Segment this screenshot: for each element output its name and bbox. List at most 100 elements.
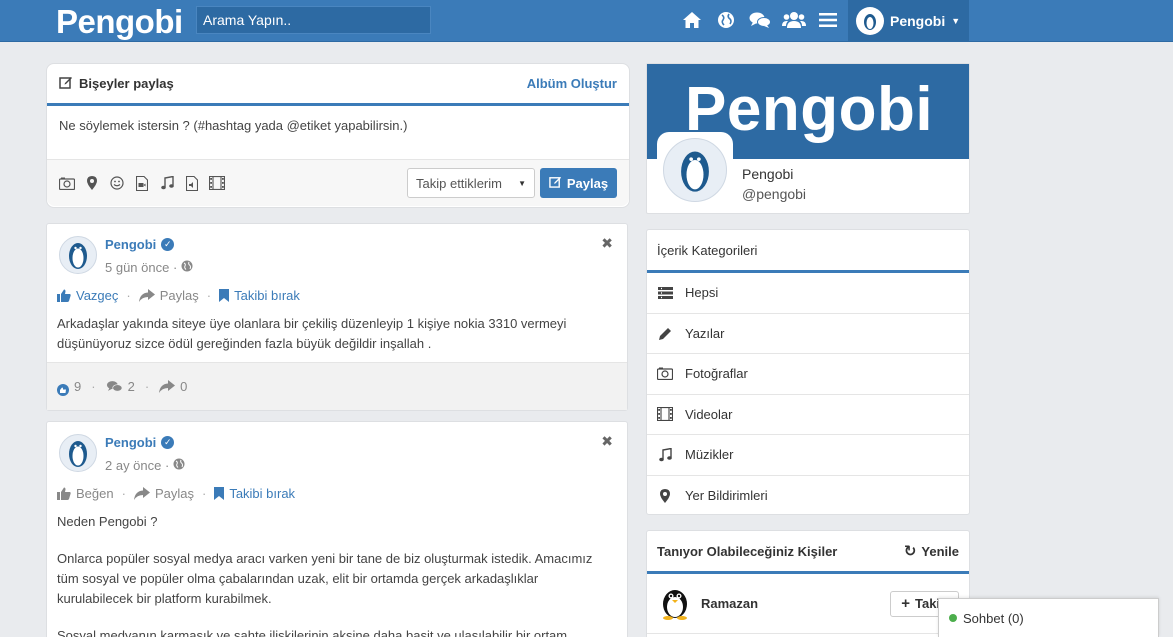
share-title: Bişeyler paylaş <box>79 76 174 91</box>
share-count-value: 0 <box>180 379 188 394</box>
share-header: Bişeyler paylaş Albüm Oluştur <box>47 64 629 106</box>
avatar[interactable] <box>59 434 97 472</box>
post-author[interactable]: Pengobi ✓ <box>105 237 175 252</box>
avatar[interactable] <box>59 236 97 274</box>
post-time-text: 5 gün önce · <box>105 260 178 275</box>
pencil-icon <box>657 327 673 340</box>
unfollow-label: Takibi bırak <box>234 288 300 303</box>
music-icon[interactable] <box>159 175 175 191</box>
profile-card: Pengobi Pengobi @pengobi <box>646 63 970 214</box>
category-item-music[interactable]: Müzikler <box>647 435 969 476</box>
caret-down-icon: ▼ <box>518 178 526 188</box>
refresh-button[interactable]: ↻ Yenile <box>904 542 959 560</box>
share-label: Paylaş <box>154 486 194 501</box>
profile-name[interactable]: Pengobi <box>742 166 793 182</box>
edit-icon <box>549 175 562 191</box>
category-panel: İçerik Kategorileri Hepsi Yazılar Fotoğr… <box>646 229 970 515</box>
category-item-photos[interactable]: Fotoğraflar <box>647 354 969 395</box>
plus-icon: + <box>901 595 910 612</box>
category-item-videos[interactable]: Videolar <box>647 395 969 435</box>
bookmark-icon <box>214 487 225 500</box>
share-tools <box>59 175 225 191</box>
verified-icon: ✓ <box>161 436 175 449</box>
share-count[interactable]: 0 <box>159 379 187 394</box>
comment-count-value: 2 <box>127 379 135 394</box>
avatar <box>856 7 884 35</box>
comments-icon <box>106 381 123 392</box>
category-panel-header: İçerik Kategorileri <box>647 230 969 273</box>
refresh-icon: ↻ <box>903 543 917 560</box>
video-file-icon[interactable] <box>134 175 150 191</box>
post-body: Arkadaşlar yakında siteye üye olanlara b… <box>57 316 567 351</box>
audience-select[interactable]: Takip ettiklerim ▼ <box>407 168 535 198</box>
share-footer: Takip ettiklerim ▼ Paylaş <box>47 160 629 206</box>
location-icon <box>657 488 673 503</box>
close-icon[interactable]: ✖ <box>601 433 613 450</box>
share-icon <box>138 289 155 302</box>
unfollow-button[interactable]: Takibi bırak <box>214 486 295 501</box>
share-button[interactable]: Paylaş <box>133 486 194 501</box>
post-card: Pengobi ✓ 5 gün önce · ✖ Vazgeç · Paylaş… <box>46 223 628 411</box>
online-status-icon <box>949 614 957 622</box>
film-icon[interactable] <box>209 175 225 191</box>
top-navbar: Pengobi Pengobi ▼ <box>0 0 1173 42</box>
menu-icon[interactable] <box>816 8 840 32</box>
person-name[interactable]: Ramazan <box>701 596 758 611</box>
share-label: Paylaş <box>159 288 199 303</box>
share-submit-button[interactable]: Paylaş <box>540 168 617 198</box>
category-item-all[interactable]: Hepsi <box>647 273 969 314</box>
create-album-link[interactable]: Albüm Oluştur <box>527 76 617 91</box>
unfollow-button[interactable]: Takibi bırak <box>219 288 300 303</box>
like-label: Beğen <box>76 486 114 501</box>
category-item-locations[interactable]: Yer Bildirimleri <box>647 476 969 517</box>
category-label: Müzikler <box>685 447 734 463</box>
location-icon[interactable] <box>84 175 100 191</box>
post-paragraph: Neden Pengobi ? <box>57 514 158 529</box>
comment-count[interactable]: 2 <box>106 379 135 394</box>
post-time: 2 ay önce · <box>105 458 185 473</box>
thumbs-up-icon <box>57 487 71 500</box>
post-actions: Vazgeç · Paylaş · Takibi bırak <box>57 288 300 303</box>
camera-icon <box>657 367 673 381</box>
suggested-people-panel: Tanıyor Olabileceğiniz Kişiler ↻ Yenile … <box>646 530 970 637</box>
user-menu-name: Pengobi <box>890 13 946 29</box>
share-submit-label: Paylaş <box>566 175 609 191</box>
camera-icon[interactable] <box>59 175 75 191</box>
category-label: Videolar <box>685 406 733 422</box>
like-button[interactable]: Vazgeç <box>57 288 118 303</box>
like-button[interactable]: Beğen <box>57 486 114 501</box>
suggested-people-title: Tanıyor Olabileceğiniz Kişiler <box>657 543 838 559</box>
globe-icon[interactable] <box>714 8 738 32</box>
post-time: 5 gün önce · <box>105 260 193 275</box>
search-input[interactable] <box>196 6 431 34</box>
smile-icon[interactable] <box>109 175 125 191</box>
post-author[interactable]: Pengobi ✓ <box>105 435 175 450</box>
post-paragraph: Onlarca popüler sosyal medya aracı varke… <box>57 551 593 606</box>
post-stats: 9 · 2 · 0 <box>47 362 627 410</box>
share-box: Bişeyler paylaş Albüm Oluştur Ne söyleme… <box>46 63 630 208</box>
post-card: Pengobi ✓ 2 ay önce · ✖ Beğen · Paylaş ·… <box>46 421 628 637</box>
profile-avatar[interactable] <box>657 132 733 208</box>
chat-bar[interactable]: Sohbet (0) <box>938 598 1159 637</box>
category-label: Yazılar <box>685 325 725 341</box>
close-icon[interactable]: ✖ <box>601 235 613 252</box>
audio-file-icon[interactable] <box>184 175 200 191</box>
like-count[interactable]: 9 <box>57 374 81 399</box>
bookmark-icon <box>219 289 230 302</box>
globe-icon <box>173 458 185 473</box>
share-textarea[interactable]: Ne söylemek istersin ? (#hashtag yada @e… <box>47 106 629 160</box>
like-count-value: 9 <box>74 379 82 394</box>
category-item-posts[interactable]: Yazılar <box>647 314 969 354</box>
home-icon[interactable] <box>680 8 704 32</box>
globe-icon <box>181 260 193 275</box>
music-icon <box>657 447 673 462</box>
users-icon[interactable] <box>782 8 806 32</box>
unfollow-label: Takibi bırak <box>229 486 296 501</box>
site-logo[interactable]: Pengobi <box>56 3 183 41</box>
user-menu[interactable]: Pengobi ▼ <box>848 0 969 42</box>
share-button[interactable]: Paylaş <box>138 288 199 303</box>
refresh-label: Yenile <box>921 543 959 559</box>
avatar[interactable] <box>657 584 693 623</box>
caret-down-icon: ▼ <box>951 16 961 26</box>
comments-icon[interactable] <box>748 8 772 32</box>
